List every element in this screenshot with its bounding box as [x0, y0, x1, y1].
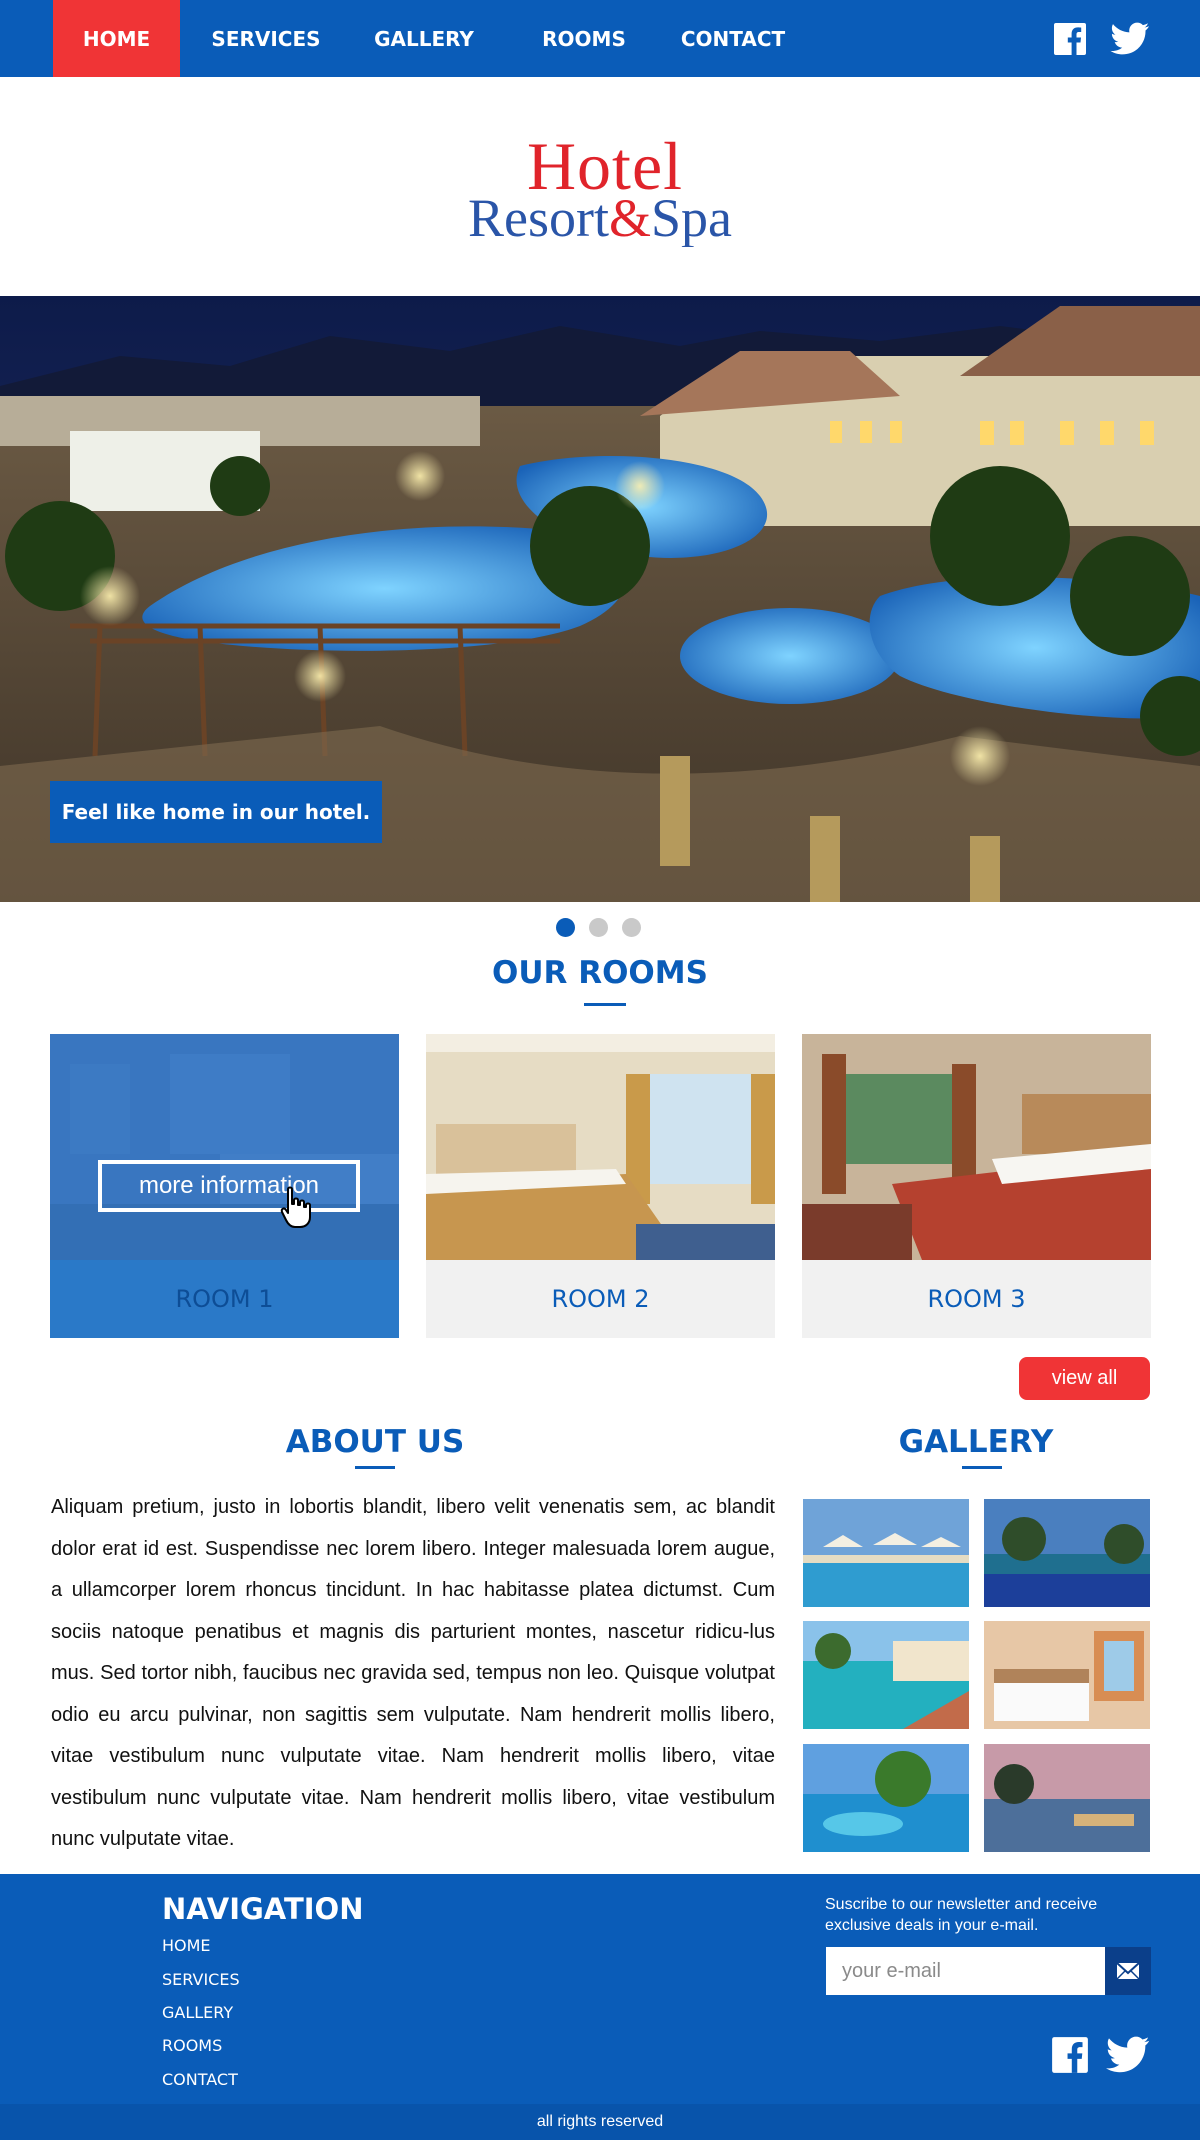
- gallery-thumb-3[interactable]: [803, 1621, 969, 1729]
- slider-dot-2[interactable]: [589, 918, 608, 937]
- room-2-label[interactable]: ROOM 2: [426, 1260, 775, 1338]
- gallery-photo-infinity-pool: [984, 1499, 1150, 1607]
- footer-twitter-icon[interactable]: [1105, 2036, 1151, 2074]
- room-1-hover-overlay: [50, 1034, 399, 1260]
- view-all-rooms-button[interactable]: view all: [1019, 1357, 1150, 1400]
- gallery-photo-umbrellas-pool: [803, 1499, 969, 1607]
- room-3-label[interactable]: ROOM 3: [802, 1260, 1151, 1338]
- footer: NAVIGATION HOME SERVICES GALLERY ROOMS C…: [0, 1874, 1200, 2104]
- footer-link-gallery[interactable]: GALLERY: [162, 2003, 233, 2022]
- footer-link-contact[interactable]: CONTACT: [162, 2070, 238, 2089]
- footer-link-rooms[interactable]: ROOMS: [162, 2036, 222, 2055]
- facebook-icon[interactable]: [1053, 22, 1087, 56]
- slider-dot-1[interactable]: [556, 918, 575, 937]
- gallery-thumb-1[interactable]: [803, 1499, 969, 1607]
- about-section-title: ABOUT US: [285, 1424, 465, 1460]
- newsletter-text: Suscribe to our newsletter and receive e…: [825, 1896, 1098, 1934]
- logo-resort-text: Resort: [468, 188, 609, 247]
- nav-gallery[interactable]: GALLERY: [360, 0, 488, 77]
- nav-contact[interactable]: CONTACT: [668, 0, 798, 77]
- logo-spa-text: Spa: [651, 188, 732, 247]
- room-card-3[interactable]: ROOM 3: [802, 1034, 1151, 1338]
- footer-link-home[interactable]: HOME: [162, 1936, 211, 1955]
- newsletter-email-input[interactable]: [826, 1947, 1105, 1995]
- room-2-image: [426, 1034, 775, 1260]
- room-2-photo: [426, 1034, 775, 1260]
- gallery-thumb-2[interactable]: [984, 1499, 1150, 1607]
- rooms-section-title: OUR ROOMS: [492, 955, 708, 991]
- nav-rooms[interactable]: ROOMS: [525, 0, 643, 77]
- room-card-2[interactable]: ROOM 2: [426, 1034, 775, 1338]
- site-logo[interactable]: Hotel Resort&Spa: [0, 77, 1200, 297]
- gallery-photo-bedroom: [984, 1621, 1150, 1729]
- room-card-1[interactable]: more information ROOM 1: [50, 1034, 399, 1338]
- hero-caption: Feel like home in our hotel.: [50, 781, 382, 843]
- envelope-icon: [1116, 1962, 1140, 1980]
- about-paragraph: Aliquam pretium, justo in lobortis bland…: [51, 1496, 775, 1850]
- top-navigation-bar: HOME SERVICES GALLERY ROOMS CONTACT: [0, 0, 1200, 77]
- gallery-section-title: GALLERY: [898, 1424, 1054, 1460]
- gallery-photo-tropical-pool: [803, 1744, 969, 1852]
- about-title-underline: [355, 1466, 395, 1469]
- footer-link-services[interactable]: SERVICES: [162, 1970, 240, 1989]
- gallery-photo-resort-lagoon: [803, 1621, 969, 1729]
- nav-home[interactable]: HOME: [53, 0, 180, 77]
- copyright-bar: all rights reserved: [0, 2104, 1200, 2140]
- hand-cursor-icon: [280, 1186, 311, 1228]
- gallery-title-underline: [962, 1466, 1002, 1469]
- room-3-photo: [802, 1034, 1151, 1260]
- footer-navigation-title: NAVIGATION: [162, 1892, 364, 1926]
- slider-dot-3[interactable]: [622, 918, 641, 937]
- room-3-image: [802, 1034, 1151, 1260]
- hotel-logo-wordmark: Hotel Resort&Spa: [468, 128, 732, 247]
- nav-services[interactable]: SERVICES: [198, 0, 334, 77]
- twitter-icon[interactable]: [1110, 22, 1150, 56]
- room-1-label[interactable]: ROOM 1: [50, 1260, 399, 1338]
- gallery-thumb-5[interactable]: [803, 1744, 969, 1852]
- rooms-title-underline: [584, 1003, 626, 1006]
- gallery-photo-sunset-beach: [984, 1744, 1150, 1852]
- gallery-thumb-6[interactable]: [984, 1744, 1150, 1852]
- more-information-button[interactable]: more information: [98, 1160, 360, 1212]
- newsletter-submit-button[interactable]: [1105, 1947, 1151, 1995]
- svg-text:Resort&Spa: Resort&Spa: [468, 188, 732, 247]
- footer-facebook-icon[interactable]: [1051, 2036, 1089, 2074]
- logo-ampersand: &: [609, 188, 651, 247]
- hero-slider[interactable]: Feel like home in our hotel.: [0, 296, 1200, 902]
- gallery-thumb-4[interactable]: [984, 1621, 1150, 1729]
